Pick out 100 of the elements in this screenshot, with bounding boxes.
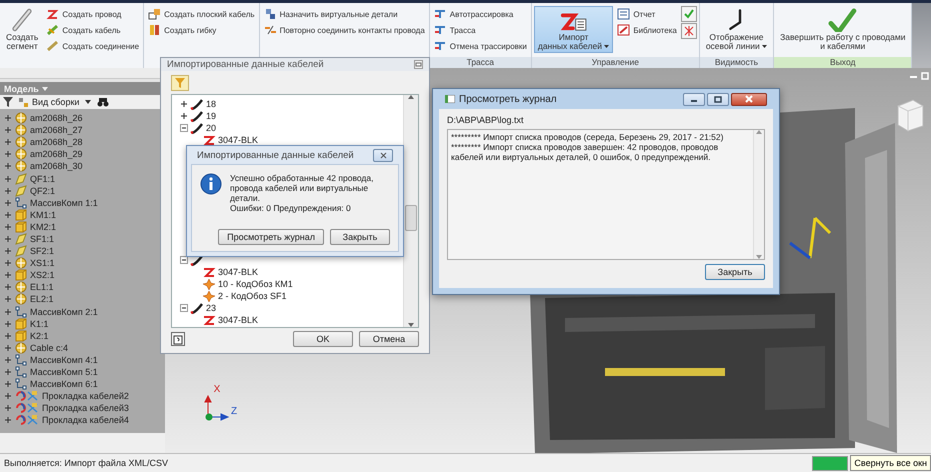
tree-item[interactable]: 10 - КодОбоз КМ1 xyxy=(218,279,293,289)
ribbon-button[interactable]: Повторно соединить контакты провода xyxy=(262,22,427,38)
expand-icon[interactable] xyxy=(4,308,12,316)
expand-icon[interactable] xyxy=(4,114,12,122)
tree-item[interactable]: 23 xyxy=(206,303,216,313)
tree-item[interactable]: 3047-BLK xyxy=(218,315,258,325)
tree-item[interactable]: 3047-BLK xyxy=(218,267,258,277)
expand-icon[interactable] xyxy=(4,174,12,183)
dialog-button[interactable]: OK xyxy=(293,331,353,347)
ribbon-button[interactable]: Создать плоский кабель xyxy=(146,6,257,22)
ribbon-button[interactable]: Назначить виртуальные детали xyxy=(262,6,427,22)
ribbon-button[interactable]: Создать сегмент xyxy=(2,6,42,53)
scrollbar[interactable] xyxy=(753,130,764,259)
tree-item[interactable]: XS1:1 xyxy=(30,258,55,268)
ribbon-button[interactable]: Создать гибку xyxy=(146,22,257,38)
expand-icon[interactable] xyxy=(4,222,12,231)
ribbon-button[interactable]: Библиотека xyxy=(615,22,679,38)
expand-icon[interactable] xyxy=(4,271,12,280)
expand-icon[interactable] xyxy=(4,320,12,328)
tree-item[interactable]: 20 xyxy=(206,123,216,133)
tree-item[interactable]: SF1:1 xyxy=(30,234,54,244)
tree-item[interactable]: XS2:1 xyxy=(30,270,55,280)
tree-item[interactable]: 19 xyxy=(206,111,216,121)
tree-item[interactable]: 18 xyxy=(206,99,216,109)
tree-item[interactable]: K1:1 xyxy=(30,318,49,329)
expand-icon[interactable] xyxy=(4,247,12,256)
tree-item[interactable]: МассивКомп 2:1 xyxy=(30,306,98,317)
ribbon-button[interactable]: Завершить работу с проводами и кабелями xyxy=(776,6,910,53)
ribbon-button[interactable]: Импорт данных кабелей xyxy=(534,6,614,53)
tree-item[interactable]: Прокладка кабелей3 xyxy=(42,403,129,414)
expand-icon[interactable] xyxy=(4,392,12,400)
tree-item[interactable]: am2068h_30 xyxy=(30,161,83,172)
expand-icon[interactable] xyxy=(4,380,12,388)
help-button[interactable] xyxy=(171,332,185,346)
tree-item[interactable]: am2068h_26 xyxy=(30,113,83,124)
tree-item[interactable]: QF1:1 xyxy=(30,174,56,184)
tree-item[interactable]: 2 - КодОбоз SF1 xyxy=(218,291,286,301)
maximize-button[interactable] xyxy=(707,92,729,106)
tree-item[interactable]: Прокладка кабелей4 xyxy=(42,415,129,426)
close-button[interactable] xyxy=(731,92,767,106)
ribbon-button[interactable]: Создать кабель xyxy=(44,22,142,38)
dialog-button[interactable]: Закрыть xyxy=(330,229,390,245)
expand-icon[interactable] xyxy=(180,100,188,108)
tree-item[interactable]: KM2:1 xyxy=(30,222,56,232)
tree-item[interactable]: Прокладка кабелей2 xyxy=(42,391,129,402)
expand-icon[interactable] xyxy=(4,404,12,412)
tree-item[interactable]: KM1:1 xyxy=(30,210,56,220)
tree-item[interactable]: K2:1 xyxy=(30,330,49,341)
collapse-icon[interactable] xyxy=(180,124,188,132)
ribbon-button[interactable]: Отображение осевой линии xyxy=(702,6,772,53)
tree-item[interactable]: SF2:1 xyxy=(30,246,54,256)
tree-item[interactable]: МассивКомп 5:1 xyxy=(30,367,98,378)
ribbon-icon-button[interactable] xyxy=(680,6,697,22)
expand-icon[interactable] xyxy=(4,138,12,146)
tree-item[interactable]: QF2:1 xyxy=(30,186,56,196)
collapse-icon[interactable] xyxy=(180,256,188,264)
minimize-button[interactable] xyxy=(683,92,705,106)
expand-icon[interactable] xyxy=(180,112,188,120)
tree-item[interactable]: am2068h_27 xyxy=(30,125,83,136)
tree-item[interactable]: МассивКомп 6:1 xyxy=(30,379,98,390)
minimize-all-button[interactable]: Свернуть все окн xyxy=(850,455,931,471)
expand-icon[interactable] xyxy=(4,368,12,376)
tree-item[interactable]: EL2:1 xyxy=(30,294,54,304)
close-button[interactable]: Закрыть xyxy=(705,264,765,280)
dialog-button[interactable]: Отмена xyxy=(359,331,419,347)
ribbon-button[interactable]: Отмена трассировки xyxy=(432,38,529,54)
scroll-thumb[interactable] xyxy=(405,205,417,231)
tree-item[interactable]: EL1:1 xyxy=(30,282,54,292)
close-button[interactable] xyxy=(373,148,393,162)
tree-item[interactable]: am2068h_29 xyxy=(30,149,83,160)
expand-icon[interactable] xyxy=(4,234,12,243)
ribbon-button[interactable]: Автотрассировка xyxy=(432,6,529,22)
expand-icon[interactable] xyxy=(4,344,12,352)
expand-icon[interactable] xyxy=(4,198,12,207)
expand-icon[interactable] xyxy=(4,210,12,219)
expand-icon[interactable] xyxy=(4,283,12,292)
message-text: Успешно обработанные 42 провода, провода кабелей или виртуальные детали. xyxy=(230,173,374,203)
tree-item[interactable]: МассивКомп 4:1 xyxy=(30,354,98,365)
expand-icon[interactable] xyxy=(4,150,12,158)
dialog-button[interactable]: Просмотреть журнал xyxy=(218,229,324,245)
collapse-icon[interactable] xyxy=(180,304,188,312)
expand-icon[interactable] xyxy=(4,416,12,424)
tree-item[interactable]: Cable c:4 xyxy=(30,342,68,353)
scrollbar[interactable] xyxy=(403,95,418,327)
expand-icon[interactable] xyxy=(4,186,12,195)
ribbon-button[interactable]: Отчет xyxy=(615,6,679,22)
expand-icon[interactable] xyxy=(4,126,12,134)
cable-route-icon xyxy=(15,402,39,414)
expand-icon[interactable] xyxy=(4,332,12,340)
ribbon-button[interactable]: Трасса xyxy=(432,22,529,38)
expand-icon[interactable] xyxy=(4,356,12,364)
tree-item[interactable]: am2068h_28 xyxy=(30,137,83,148)
tree-item[interactable]: 3047-BLK xyxy=(218,135,258,145)
expand-icon[interactable] xyxy=(4,295,12,304)
expand-icon[interactable] xyxy=(4,259,12,268)
tree-item[interactable]: МассивКомп 1:1 xyxy=(30,198,98,208)
expand-icon[interactable] xyxy=(4,162,12,170)
ribbon-button[interactable]: Создать провод xyxy=(44,6,142,22)
ribbon-button[interactable]: Создать соединение xyxy=(44,38,142,54)
ribbon-icon-button[interactable] xyxy=(680,23,697,39)
